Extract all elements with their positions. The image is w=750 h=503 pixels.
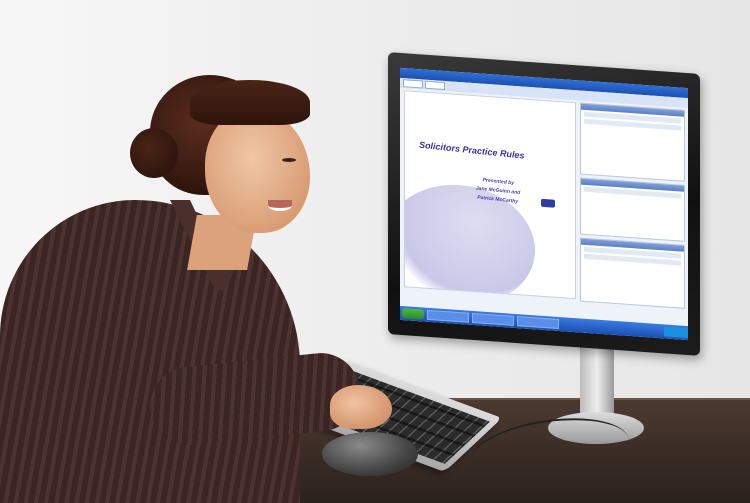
- presentation-slide: Solicitors Practice Rules Presented by J…: [404, 90, 576, 300]
- window-tab: [425, 80, 445, 91]
- slide-title: Solicitors Practice Rules: [418, 139, 525, 161]
- woman-at-computer: [0, 0, 420, 503]
- side-panel: [580, 102, 685, 315]
- eye: [282, 158, 296, 162]
- photo-scene: Solicitors Practice Rules Presented by J…: [0, 0, 750, 503]
- taskbar-item: [472, 312, 514, 326]
- hair-fringe: [190, 80, 310, 125]
- chat-panel: [580, 177, 685, 242]
- face: [205, 108, 310, 233]
- attendee-panel: [580, 102, 685, 182]
- shirt: [0, 200, 300, 503]
- system-tray: [664, 326, 688, 339]
- monitor-screen: Solicitors Practice Rules Presented by J…: [400, 67, 688, 341]
- hair-bun: [130, 128, 178, 178]
- questions-panel: [580, 237, 685, 309]
- slide-logo-icon: [541, 198, 555, 208]
- taskbar-item: [517, 316, 559, 330]
- hand: [330, 385, 392, 429]
- smile: [268, 200, 292, 211]
- taskbar-item: [427, 309, 469, 323]
